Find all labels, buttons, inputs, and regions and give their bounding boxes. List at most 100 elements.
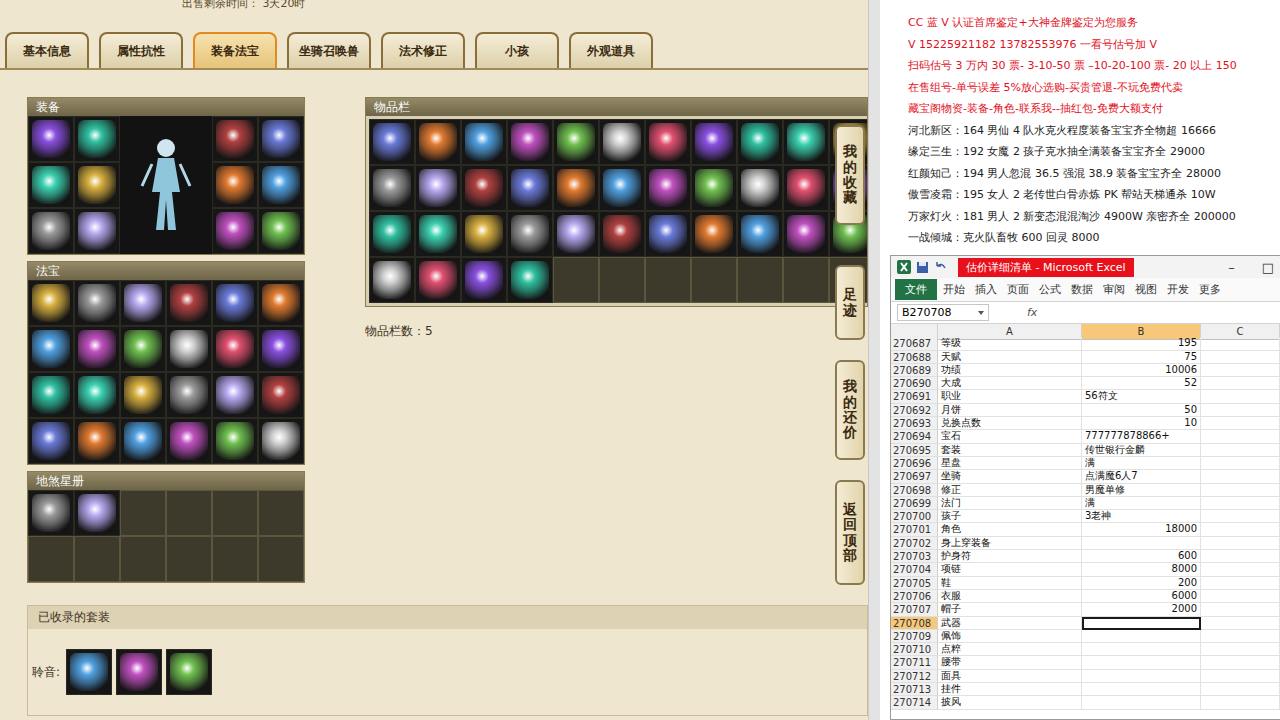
dropdown-icon[interactable]	[978, 311, 984, 315]
item-slot[interactable]	[66, 649, 112, 695]
cell[interactable]	[1201, 510, 1280, 523]
cell[interactable]: 佩饰	[938, 630, 1082, 643]
row-number[interactable]: 270701	[891, 523, 938, 536]
item-slot[interactable]	[120, 372, 166, 418]
item-slot[interactable]	[258, 372, 304, 418]
item-slot[interactable]	[553, 211, 599, 257]
item-slot[interactable]	[258, 418, 304, 464]
row-number[interactable]: 270714	[891, 696, 938, 709]
ribbon-tab[interactable]: 文件	[895, 279, 937, 300]
ribbon-tab[interactable]: 更多	[1195, 279, 1225, 300]
item-slot[interactable]	[258, 280, 304, 326]
cell[interactable]	[1082, 683, 1201, 696]
ribbon-tab[interactable]: 插入	[971, 279, 1001, 300]
row-number[interactable]: 270705	[891, 577, 938, 590]
item-slot[interactable]	[553, 165, 599, 211]
fx-label[interactable]: fx	[1027, 306, 1037, 319]
item-slot[interactable]	[507, 257, 553, 303]
cell[interactable]: 职业	[938, 390, 1082, 403]
cell[interactable]: 777777878866+	[1082, 430, 1201, 443]
item-slot[interactable]	[737, 211, 783, 257]
ribbon-tab[interactable]: 开始	[939, 279, 969, 300]
tab[interactable]: 基本信息	[5, 32, 89, 68]
tab[interactable]: 法术修正	[381, 32, 465, 68]
item-slot[interactable]	[28, 116, 74, 162]
cell[interactable]	[1201, 457, 1280, 470]
item-slot[interactable]	[415, 257, 461, 303]
ribbon-tab[interactable]: 开发	[1163, 279, 1193, 300]
cell[interactable]: 帽子	[938, 603, 1082, 616]
save-icon[interactable]	[916, 261, 929, 274]
row-number[interactable]: 270706	[891, 590, 938, 603]
item-slot[interactable]	[116, 649, 162, 695]
item-slot[interactable]	[166, 418, 212, 464]
item-slot[interactable]	[461, 119, 507, 165]
item-slot[interactable]	[166, 326, 212, 372]
cell[interactable]: 52	[1082, 377, 1201, 390]
item-slot[interactable]	[28, 162, 74, 208]
cell[interactable]	[1082, 656, 1201, 669]
cell[interactable]	[1201, 470, 1280, 483]
cell[interactable]: 兑换点数	[938, 417, 1082, 430]
item-slot[interactable]	[645, 211, 691, 257]
row-number[interactable]: 270690	[891, 377, 938, 390]
row-number[interactable]: 270700	[891, 510, 938, 523]
cell[interactable]: 2000	[1082, 603, 1201, 616]
cell[interactable]: 身上穿装备	[938, 537, 1082, 550]
cell[interactable]: 星盘	[938, 457, 1082, 470]
cell[interactable]	[1201, 683, 1280, 696]
item-slot[interactable]	[258, 326, 304, 372]
cell[interactable]: 披风	[938, 696, 1082, 709]
row-number[interactable]: 270688	[891, 351, 938, 364]
cell[interactable]	[1201, 550, 1280, 563]
item-slot[interactable]	[212, 418, 258, 464]
item-slot[interactable]	[28, 280, 74, 326]
cell[interactable]: 10	[1082, 417, 1201, 430]
cell[interactable]: 面具	[938, 670, 1082, 683]
item-slot[interactable]	[74, 280, 120, 326]
row-number[interactable]: 270713	[891, 683, 938, 696]
side-button[interactable]: 返回顶部	[835, 480, 865, 585]
item-slot[interactable]	[599, 119, 645, 165]
cell[interactable]	[1082, 630, 1201, 643]
ribbon-tab[interactable]: 数据	[1067, 279, 1097, 300]
row-number[interactable]: 270692	[891, 404, 938, 417]
cell[interactable]: 8000	[1082, 563, 1201, 576]
row-number[interactable]: 270707	[891, 603, 938, 616]
item-slot[interactable]	[212, 372, 258, 418]
cell[interactable]	[1201, 617, 1280, 630]
row-number[interactable]: 270698	[891, 484, 938, 497]
item-slot[interactable]	[691, 119, 737, 165]
ribbon-tab[interactable]: 视图	[1131, 279, 1161, 300]
cell[interactable]: 武器	[938, 617, 1082, 630]
cell[interactable]	[1201, 670, 1280, 683]
cell[interactable]	[1082, 537, 1201, 550]
row-number[interactable]: 270710	[891, 643, 938, 656]
cell[interactable]: 鞋	[938, 577, 1082, 590]
cell[interactable]	[1082, 696, 1201, 709]
item-slot[interactable]	[166, 280, 212, 326]
item-slot[interactable]	[507, 165, 553, 211]
cell[interactable]	[1201, 364, 1280, 377]
item-slot[interactable]	[369, 165, 415, 211]
cell[interactable]	[1201, 404, 1280, 417]
cell[interactable]	[1201, 430, 1280, 443]
item-slot[interactable]	[28, 372, 74, 418]
name-box[interactable]: B270708	[897, 304, 989, 321]
item-slot[interactable]	[369, 211, 415, 257]
side-button[interactable]: 我的还价	[835, 360, 865, 460]
cell[interactable]	[1201, 656, 1280, 669]
row-number[interactable]: 270711	[891, 656, 938, 669]
item-slot[interactable]	[599, 211, 645, 257]
cell[interactable]	[1082, 670, 1201, 683]
tab[interactable]: 外观道具	[569, 32, 653, 68]
cell[interactable]: 满	[1082, 457, 1201, 470]
cell[interactable]: 满	[1082, 497, 1201, 510]
cell[interactable]	[1201, 590, 1280, 603]
item-slot[interactable]	[783, 119, 829, 165]
cell[interactable]	[1201, 377, 1280, 390]
item-slot[interactable]	[258, 116, 304, 162]
item-slot[interactable]	[461, 211, 507, 257]
cell[interactable]: 角色	[938, 523, 1082, 536]
cell[interactable]: 18000	[1082, 523, 1201, 536]
